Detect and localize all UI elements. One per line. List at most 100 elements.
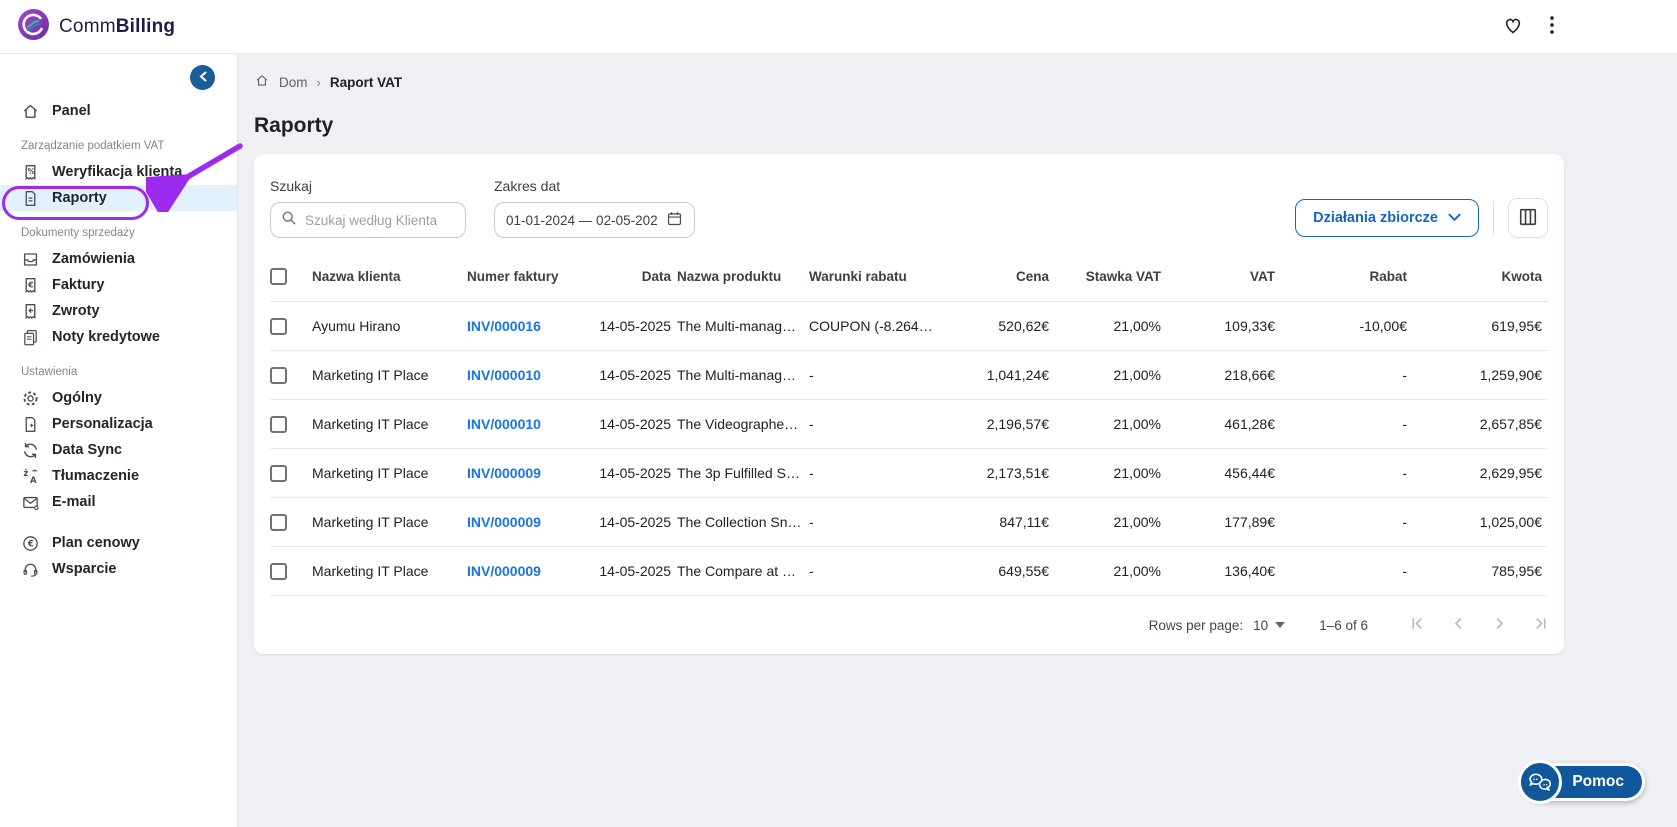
row-checkbox[interactable] (270, 416, 287, 433)
breadcrumb-home[interactable]: Dom (279, 75, 308, 90)
sidebar-collapse-button[interactable] (190, 65, 215, 90)
col-date[interactable]: Data (567, 254, 677, 302)
last-page-button[interactable] (1533, 616, 1548, 634)
chevron-down-icon (1448, 210, 1461, 226)
home-icon (21, 102, 40, 121)
sidebar-item-data-sync[interactable]: Data Sync (0, 437, 237, 463)
sidebar-item-returns[interactable]: Zwroty (0, 298, 237, 324)
sidebar-item-invoices[interactable]: € Faktury (0, 272, 237, 298)
sidebar-item-client-verification[interactable]: % Weryfikacja klienta (0, 159, 237, 185)
col-discount-terms[interactable]: Warunki rabatu (809, 254, 939, 302)
overflow-menu-button[interactable] (1549, 15, 1555, 38)
cell-invoice-number: INV/000016 (467, 302, 567, 351)
prev-page-icon (1451, 616, 1466, 634)
favorite-button[interactable] (1503, 16, 1523, 38)
table-row[interactable]: Marketing IT Place INV/000010 14-05-2025… (270, 351, 1548, 400)
row-checkbox[interactable] (270, 367, 287, 384)
row-checkbox[interactable] (270, 563, 287, 580)
sidebar-item-email[interactable]: E-mail (0, 489, 237, 515)
bulk-actions-button[interactable]: Działania zbiorcze (1295, 199, 1479, 237)
search-box[interactable] (270, 202, 466, 238)
cell-invoice-number: INV/000009 (467, 547, 567, 596)
cell-vat: 109,33€ (1167, 302, 1281, 351)
sidebar-item-panel[interactable]: Panel (0, 98, 237, 124)
prev-page-button[interactable] (1451, 616, 1466, 634)
col-vat[interactable]: VAT (1167, 254, 1281, 302)
cell-vat: 218,66€ (1167, 351, 1281, 400)
col-invoice-number[interactable]: Numer faktury (467, 254, 567, 302)
cell-product-name: The 3p Fulfilled S… (677, 449, 809, 498)
table-row[interactable]: Marketing IT Place INV/000009 14-05-2025… (270, 449, 1548, 498)
invoice-link[interactable]: INV/000009 (467, 514, 541, 530)
table-row[interactable]: Marketing IT Place INV/000009 14-05-2025… (270, 498, 1548, 547)
sidebar-item-credit-notes[interactable]: Noty kredytowe (0, 324, 237, 350)
cell-amount: 2,629,95€ (1413, 449, 1548, 498)
brand-logo: CommBilling (18, 9, 175, 45)
first-page-button[interactable] (1410, 616, 1425, 634)
cell-discount-terms: - (809, 498, 939, 547)
select-all-checkbox[interactable] (270, 268, 287, 285)
client-verification-icon: % (21, 163, 40, 182)
col-rebate[interactable]: Rabat (1281, 254, 1413, 302)
sidebar-item-support[interactable]: Wsparcie (0, 556, 237, 582)
row-checkbox[interactable] (270, 318, 287, 335)
table-row[interactable]: Marketing IT Place INV/000009 14-05-2025… (270, 547, 1548, 596)
last-page-icon (1533, 616, 1548, 634)
help-button[interactable]: Pomoc (1523, 763, 1645, 801)
svg-text:✦: ✦ (29, 420, 35, 429)
sidebar-item-orders[interactable]: Zamówienia (0, 246, 237, 272)
row-checkbox[interactable] (270, 514, 287, 531)
heart-icon (1503, 16, 1523, 38)
invoice-link[interactable]: INV/000010 (467, 367, 541, 383)
invoice-link[interactable]: INV/000010 (467, 416, 541, 432)
col-client[interactable]: Nazwa klienta (312, 254, 467, 302)
cell-date: 14-05-2025 (567, 351, 677, 400)
col-amount[interactable]: Kwota (1413, 254, 1548, 302)
cell-amount: 2,657,85€ (1413, 400, 1548, 449)
table-row[interactable]: Marketing IT Place INV/000010 14-05-2025… (270, 400, 1548, 449)
returns-icon (21, 302, 40, 321)
sidebar-item-label: Personalizacja (52, 416, 153, 432)
sidebar-item-personalization[interactable]: ✦ Personalizacja (0, 411, 237, 437)
invoice-link[interactable]: INV/000009 (467, 563, 541, 579)
col-product-name[interactable]: Nazwa produktu (677, 254, 809, 302)
cell-price: 649,55€ (939, 547, 1055, 596)
search-field-group: Szukaj (270, 178, 466, 238)
cell-vat: 461,28€ (1167, 400, 1281, 449)
column-settings-button[interactable] (1508, 198, 1548, 238)
date-range-input[interactable]: 01-01-2024 — 02-05-202 (494, 202, 695, 238)
sidebar-section-settings: Ustawienia (0, 366, 237, 378)
help-label: Pomoc (1572, 773, 1624, 791)
col-vat-rate[interactable]: Stawka VAT (1055, 254, 1167, 302)
cell-amount: 1,259,90€ (1413, 351, 1548, 400)
cell-invoice-number: INV/000009 (467, 449, 567, 498)
cell-rebate: -10,00€ (1281, 302, 1413, 351)
sidebar-section-sales-docs: Dokumenty sprzedaży (0, 227, 237, 239)
cell-price: 1,041,24€ (939, 351, 1055, 400)
invoice-link[interactable]: INV/000016 (467, 318, 541, 334)
invoice-link[interactable]: INV/000009 (467, 465, 541, 481)
sidebar-item-translation[interactable]: żA Tłumaczenie (0, 463, 237, 489)
row-checkbox[interactable] (270, 465, 287, 482)
table-row[interactable]: Ayumu Hirano INV/000016 14-05-2025 The M… (270, 302, 1548, 351)
sidebar-item-general[interactable]: Ogólny (0, 385, 237, 411)
sidebar-item-reports[interactable]: Raporty (0, 185, 237, 211)
toolbar-divider (1493, 201, 1494, 235)
date-range-label: Zakres dat (494, 178, 695, 194)
rows-per-page-select[interactable]: 10 (1253, 618, 1285, 633)
search-input[interactable] (305, 213, 455, 228)
cell-client: Marketing IT Place (312, 449, 467, 498)
next-page-icon (1492, 616, 1507, 634)
next-page-button[interactable] (1492, 616, 1507, 634)
col-price[interactable]: Cena (939, 254, 1055, 302)
date-range-value: 01-01-2024 — 02-05-202 (506, 213, 658, 228)
sidebar-item-pricing-plan[interactable]: € Plan cenowy (0, 530, 237, 556)
sidebar-item-label: Tłumaczenie (52, 468, 139, 484)
sync-icon (21, 441, 40, 460)
brand-name: CommBilling (59, 16, 175, 38)
sidebar: Panel Zarządzanie podatkiem VAT % Weryfi… (0, 54, 238, 827)
cell-vat-rate: 21,00% (1055, 449, 1167, 498)
cell-date: 14-05-2025 (567, 302, 677, 351)
breadcrumb-separator-icon: › (317, 75, 321, 90)
cell-product-name: The Compare at … (677, 547, 809, 596)
